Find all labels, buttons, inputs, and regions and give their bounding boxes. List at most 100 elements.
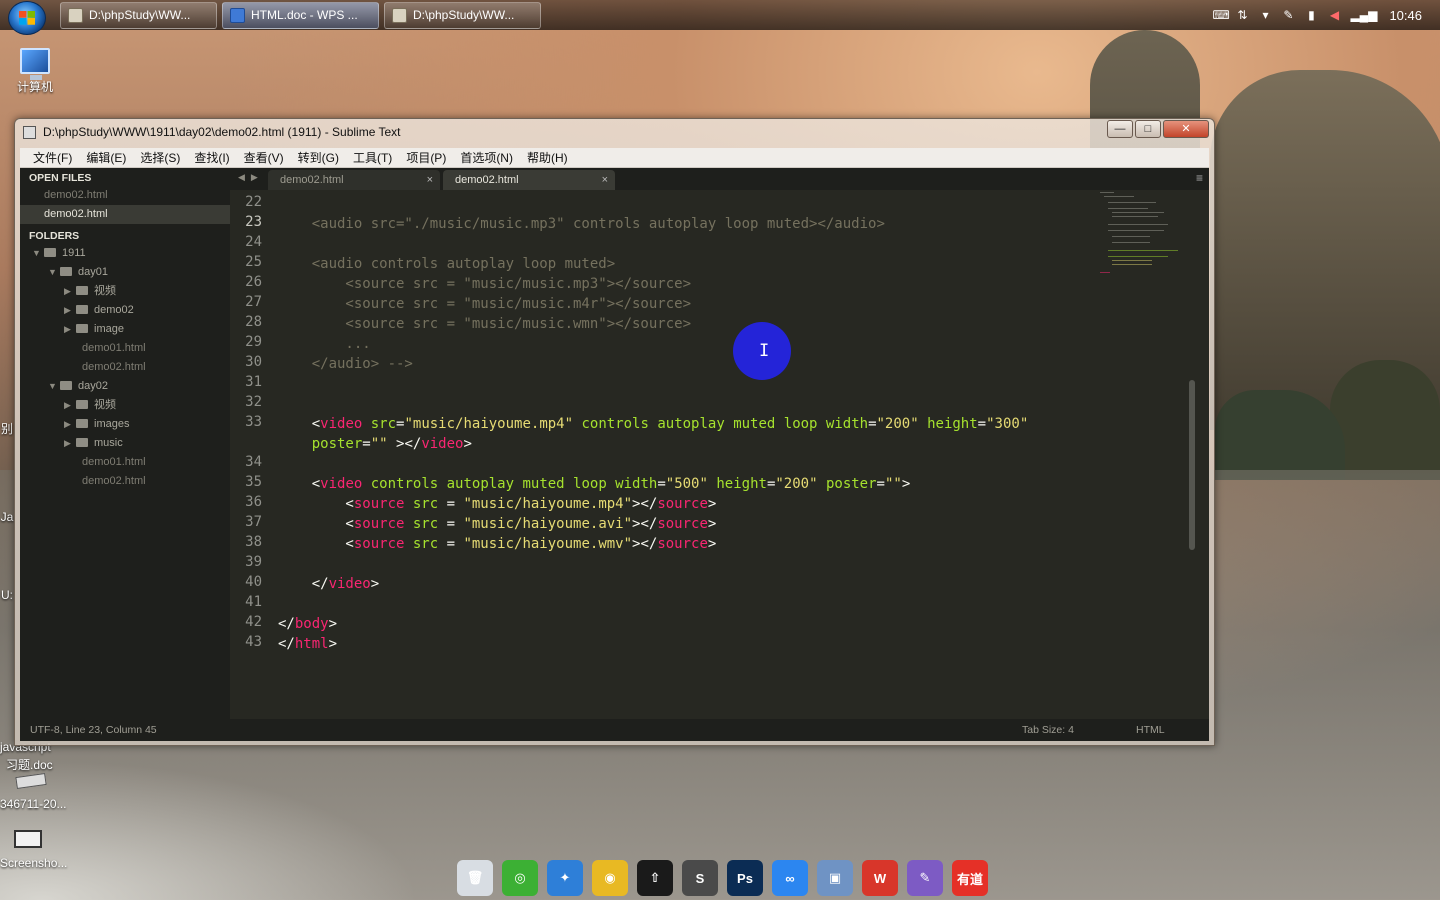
chrome-icon[interactable]: ◉	[592, 860, 628, 896]
code-token: <	[278, 496, 354, 512]
usb-icon[interactable]: ▮	[1304, 8, 1318, 22]
chevron-right-icon[interactable]: ▶	[64, 434, 76, 453]
menu-tools[interactable]: 工具(T)	[346, 149, 399, 166]
tab-nav-arrows-icon[interactable]: ◀▶	[238, 172, 264, 183]
tab-close-icon[interactable]: ×	[427, 170, 433, 190]
code-line[interactable]: <source src = "music/music.wmn"></source…	[278, 314, 691, 334]
baidu-cloud-icon[interactable]: ∞	[772, 860, 808, 896]
screenshot-file-icon[interactable]	[14, 830, 42, 850]
desktop-icon-image[interactable]: 346711-20...	[0, 797, 72, 811]
monitor-icon[interactable]: ▣	[817, 860, 853, 896]
start-button[interactable]	[8, 1, 46, 35]
code-line[interactable]: <source src = "music/haiyoume.avi"></sou…	[278, 514, 716, 534]
open-file-item-selected[interactable]: demo02.html	[20, 205, 230, 224]
desktop-icon-computer[interactable]: 计算机	[10, 48, 60, 95]
tree-file-item[interactable]: demo02.html	[20, 358, 230, 377]
folder-icon	[60, 267, 72, 276]
code-view[interactable]: <audio src="./music/music.mp3" controls …	[278, 190, 1198, 719]
wechat-icon[interactable]: ◎	[502, 860, 538, 896]
code-line[interactable]: <video src = "music/haiyoume.mp4" controls…	[278, 414, 1029, 434]
wps-icon[interactable]: W	[862, 860, 898, 896]
open-file-item[interactable]: demo02.html	[20, 186, 230, 205]
menu-view[interactable]: 查看(V)	[237, 149, 291, 166]
minimap[interactable]	[1100, 190, 1184, 290]
tree-folder-item[interactable]: ▶ image	[20, 320, 230, 339]
code-token: =	[876, 476, 885, 492]
feather-icon[interactable]: ✎	[907, 860, 943, 896]
code-line[interactable]: <audio src="./music/music.mp3" controls …	[278, 214, 885, 234]
code-line[interactable]: </video>	[278, 574, 379, 594]
sidebar: OPEN FILES demo02.html demo02.html FOLDE…	[20, 168, 230, 719]
chevron-down-icon[interactable]: ▼	[32, 244, 44, 263]
code-line[interactable]: <source src = "music/haiyoume.wmv"></sou…	[278, 534, 716, 554]
taskbar-button-wps[interactable]: HTML.doc - WPS ...	[222, 2, 379, 29]
menu-selection[interactable]: 选择(S)	[133, 149, 187, 166]
line-number: 42	[245, 614, 262, 630]
tab-menu-icon[interactable]: ≡	[1196, 171, 1203, 185]
tree-file-item[interactable]: demo01.html	[20, 453, 230, 472]
chevron-right-icon[interactable]: ▶	[64, 301, 76, 320]
tree-folder-item[interactable]: ▶ images	[20, 415, 230, 434]
menu-file[interactable]: 文件(F)	[26, 149, 79, 166]
volume-muted-icon[interactable]: ◀	[1327, 8, 1341, 22]
tree-file-item[interactable]: demo02.html	[20, 472, 230, 491]
chevron-right-icon[interactable]: ▶	[64, 320, 76, 339]
desktop-icon-doc[interactable]: 习题.doc	[6, 756, 66, 773]
tree-folder-item[interactable]: ▶ 视频	[20, 396, 230, 415]
tree-folder-item[interactable]: ▼ day01	[20, 263, 230, 282]
code-line[interactable]: ...	[278, 334, 370, 354]
keyboard-icon[interactable]: ⌨	[1212, 8, 1229, 22]
tree-folder-item[interactable]: ▼ 1911	[20, 244, 230, 263]
image-file-icon[interactable]	[15, 772, 47, 790]
tree-folder-item[interactable]: ▼ day02	[20, 377, 230, 396]
code-line[interactable]: <video controls autoplay muted loop widt…	[278, 474, 911, 494]
tree-folder-item[interactable]: ▶ music	[20, 434, 230, 453]
recycle-bin-icon[interactable]: 🗑	[457, 860, 493, 896]
signal-bars-icon[interactable]: ▂▄▆	[1350, 8, 1377, 22]
chevron-right-icon[interactable]: ▶	[64, 282, 76, 301]
chevron-right-icon[interactable]: ▶	[64, 415, 76, 434]
clock[interactable]: 10:46	[1389, 8, 1422, 23]
chevron-down-icon[interactable]: ▼	[48, 263, 60, 282]
app-icon[interactable]: ⇧	[637, 860, 673, 896]
tree-folder-item[interactable]: ▶ demo02	[20, 301, 230, 320]
taskbar-button-explorer-1[interactable]: D:\phpStudy\WW...	[60, 2, 217, 29]
minimize-button[interactable]: —	[1107, 120, 1133, 138]
desktop-icon-screenshot[interactable]: Screensho...	[0, 856, 70, 870]
code-line[interactable]: <source src = "music/haiyoume.mp4"></sou…	[278, 494, 716, 514]
taskbar-button-explorer-2[interactable]: D:\phpStudy\WW...	[384, 2, 541, 29]
tab-demo02-1[interactable]: demo02.html ×	[268, 170, 440, 190]
code-line[interactable]: </body>	[278, 614, 337, 634]
code-line[interactable]: <audio controls autoplay loop muted>	[278, 254, 615, 274]
code-line[interactable]: <source src = "music/music.mp3"></source…	[278, 274, 691, 294]
photoshop-icon[interactable]: Ps	[727, 860, 763, 896]
tab-demo02-2[interactable]: demo02.html ×	[443, 170, 615, 190]
tree-file-item[interactable]: demo01.html	[20, 339, 230, 358]
chevron-down-icon[interactable]: ▼	[48, 377, 60, 396]
menu-help[interactable]: 帮助(H)	[520, 149, 575, 166]
menu-preferences[interactable]: 首选项(N)	[453, 149, 520, 166]
menu-project[interactable]: 项目(P)	[399, 149, 453, 166]
status-tab-size[interactable]: Tab Size: 4	[1022, 719, 1074, 741]
tree-folder-item[interactable]: ▶ 视频	[20, 282, 230, 301]
menu-find[interactable]: 查找(I)	[187, 149, 236, 166]
chevron-right-icon[interactable]: ▶	[64, 396, 76, 415]
tab-close-icon[interactable]: ×	[602, 170, 608, 190]
close-button[interactable]: ✕	[1163, 120, 1209, 138]
vertical-scrollbar[interactable]	[1189, 380, 1195, 550]
code-line[interactable]: </audio> -->	[278, 354, 413, 374]
code-line[interactable]: </html>	[278, 634, 337, 654]
youdao-icon[interactable]: 有道	[952, 860, 988, 896]
code-line[interactable]: <source src = "music/music.m4r"></source…	[278, 294, 691, 314]
sublime-icon[interactable]: S	[682, 860, 718, 896]
code-line[interactable]: poster="" ></video>	[278, 434, 472, 454]
status-syntax[interactable]: HTML	[1136, 719, 1165, 741]
safari-icon[interactable]: ✦	[547, 860, 583, 896]
maximize-button[interactable]: □	[1135, 120, 1161, 138]
window-titlebar[interactable]: D:\phpStudy\WWW\1911\day02\demo02.html (…	[15, 119, 1214, 145]
chevron-down-icon[interactable]: ▾	[1258, 8, 1272, 22]
menu-edit[interactable]: 编辑(E)	[79, 149, 133, 166]
menu-goto[interactable]: 转到(G)	[291, 149, 346, 166]
network-arrows-icon[interactable]: ⇅	[1235, 8, 1249, 22]
pen-icon[interactable]: ✎	[1281, 8, 1295, 22]
